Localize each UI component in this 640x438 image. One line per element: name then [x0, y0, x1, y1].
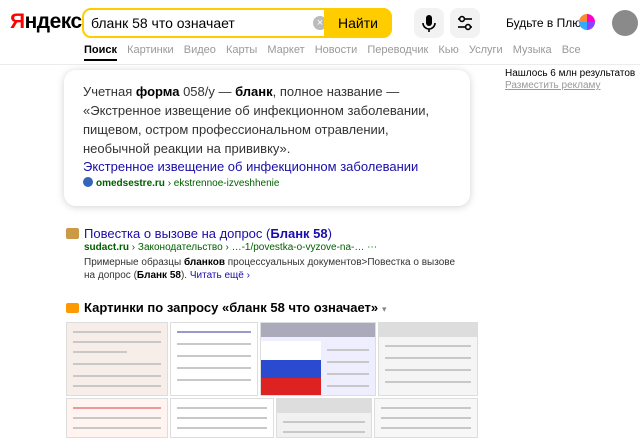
search-button[interactable]: Найти: [324, 8, 392, 38]
result-snippet: Примерные образцы бланков процессуальных…: [84, 257, 456, 281]
snippet-text: Учетная форма 058/у — бланк, полное назв…: [83, 84, 430, 156]
tab-all[interactable]: Все: [562, 44, 581, 56]
image-thumbnail[interactable]: [66, 398, 168, 438]
microphone-button[interactable]: [414, 8, 444, 38]
image-thumbnail[interactable]: [378, 322, 478, 396]
chevron-down-icon[interactable]: ▾: [382, 304, 387, 315]
read-more-link[interactable]: Читать ещё ›: [190, 270, 250, 281]
tab-music[interactable]: Музыка: [513, 44, 552, 56]
site-favicon-icon: [66, 228, 79, 239]
tab-services[interactable]: Услуги: [469, 44, 503, 56]
site-favicon-icon: [83, 177, 93, 187]
place-ad-link[interactable]: Разместить рекламу: [505, 80, 601, 91]
images-icon: [66, 303, 79, 313]
images-section-title[interactable]: Картинки по запросу «бланк 58 что означа…: [84, 300, 378, 315]
image-thumbnail[interactable]: [276, 398, 372, 438]
tab-search[interactable]: Поиск: [84, 44, 118, 61]
tab-news[interactable]: Новости: [315, 44, 358, 56]
image-thumbnail[interactable]: [170, 398, 274, 438]
yandex-logo[interactable]: Яндекс: [10, 10, 82, 34]
image-thumbnail[interactable]: [66, 322, 168, 396]
snippet-source-link[interactable]: Экстренное извещение об инфекционном заб…: [83, 159, 418, 174]
search-box: × Найти: [82, 8, 392, 38]
result-title-link[interactable]: Повестка о вызове на допрос (Бланк 58): [84, 226, 332, 241]
header-divider: [0, 64, 640, 65]
search-tabs: Поиск Картинки Видео Карты Маркет Новост…: [84, 44, 588, 61]
tab-maps[interactable]: Карты: [226, 44, 257, 56]
results-count: Нашлось 6 млн результатов: [505, 68, 636, 79]
featured-snippet-card: Учетная форма 058/у — бланк, полное назв…: [64, 70, 470, 206]
avatar[interactable]: [612, 10, 638, 36]
plus-icon[interactable]: [579, 14, 595, 30]
tab-video[interactable]: Видео: [184, 44, 216, 56]
filters-button[interactable]: [450, 8, 480, 38]
tab-images[interactable]: Картинки: [127, 44, 174, 56]
tab-q[interactable]: Кью: [438, 44, 458, 56]
sliders-icon: [458, 15, 472, 31]
tab-translate[interactable]: Переводчик: [367, 44, 428, 56]
result-url[interactable]: sudact.ru › Законодательство › …-1/poves…: [84, 242, 377, 253]
image-thumbnail[interactable]: [260, 322, 376, 396]
image-thumbnail[interactable]: [170, 322, 258, 396]
tab-market[interactable]: Маркет: [267, 44, 304, 56]
image-thumbnail[interactable]: [374, 398, 478, 438]
search-input[interactable]: [91, 14, 306, 32]
microphone-icon: [422, 15, 436, 32]
snippet-source-url[interactable]: omedsestre.ru › ekstrennoe-izveshhenie: [83, 177, 279, 189]
